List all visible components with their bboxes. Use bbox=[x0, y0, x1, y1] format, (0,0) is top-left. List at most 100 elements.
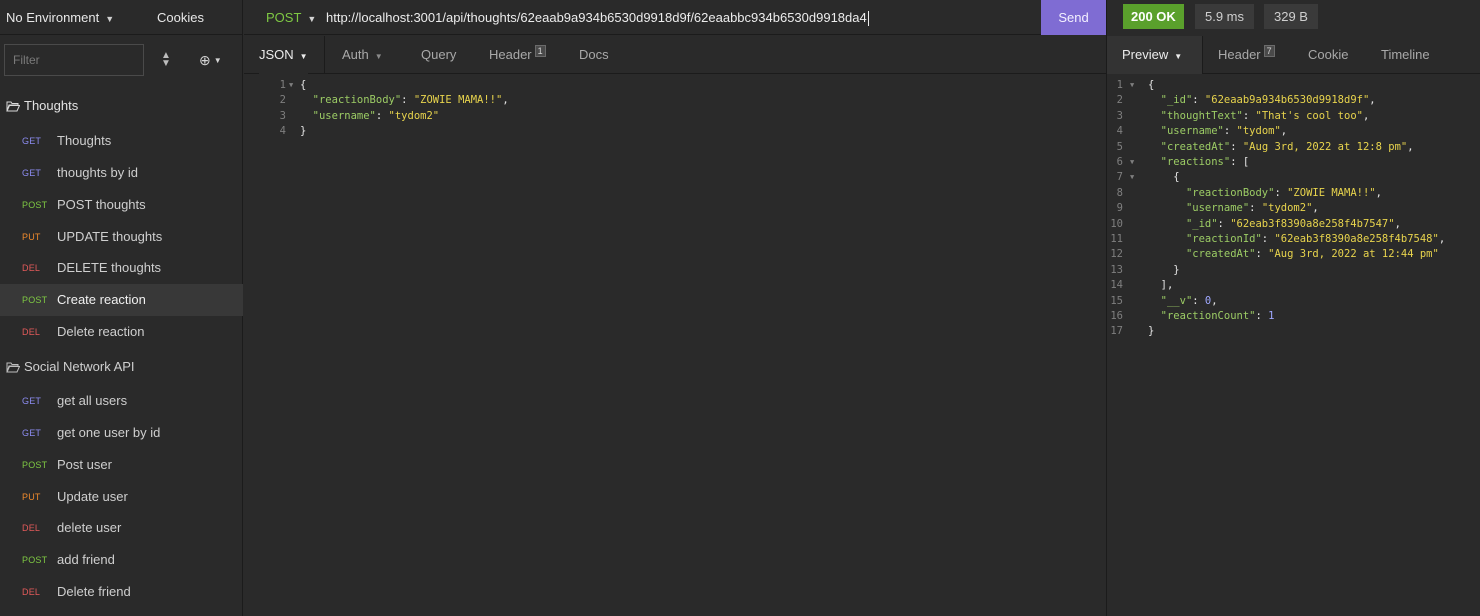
sidebar-item-get-all-users[interactable]: GET get all users bbox=[0, 385, 243, 417]
tab-docs[interactable]: Docs bbox=[579, 36, 609, 74]
plus-circle-icon: ⊕ bbox=[199, 52, 211, 68]
line-number: 9 bbox=[1116, 202, 1123, 215]
line-number: 12 bbox=[1110, 248, 1123, 261]
method-badge: DEL bbox=[22, 327, 41, 337]
code-text: "username": "tydom", bbox=[1160, 125, 1288, 138]
tab-label: Header bbox=[1218, 47, 1261, 62]
line-number: 3 bbox=[1116, 109, 1123, 122]
cookies-button[interactable]: Cookies bbox=[157, 0, 204, 35]
tab-label: Auth bbox=[342, 47, 369, 62]
fold-toggle-icon[interactable]: ▼ bbox=[1130, 170, 1134, 185]
method-badge: POST bbox=[22, 460, 48, 470]
request-name: get all users bbox=[57, 393, 128, 408]
folder-social-network-api[interactable]: Social Network API bbox=[0, 353, 243, 381]
fold-toggle-icon[interactable]: ▼ bbox=[1130, 78, 1134, 93]
method-badge: DEL bbox=[22, 263, 41, 273]
sidebar-item-thoughts-by-id[interactable]: GET thoughts by id bbox=[0, 157, 243, 189]
method-badge: DEL bbox=[22, 587, 41, 597]
code-line: 2 "_id": "62eaab9a934b6530d9918d9f", bbox=[1107, 93, 1479, 108]
request-body-editor[interactable]: 1 ▼{2 "reactionBody": "ZOWIE MAMA!!", 3 "u… bbox=[264, 78, 1104, 608]
tab-response-header[interactable]: Header 7 bbox=[1218, 36, 1275, 74]
add-item-button[interactable]: ⊕ ▼ bbox=[199, 50, 222, 70]
code-text: "username": "tydom2", bbox=[1185, 202, 1319, 215]
code-line: 3 "thoughtText": "That's cool too", bbox=[1107, 109, 1479, 124]
method-dropdown[interactable]: POST ▼ bbox=[266, 0, 316, 35]
request-name: Post user bbox=[57, 457, 112, 472]
line-number: 1 bbox=[1116, 79, 1123, 91]
tab-query[interactable]: Query bbox=[421, 36, 456, 74]
line-number: 6 bbox=[1116, 156, 1123, 168]
code-text: { bbox=[1148, 79, 1155, 91]
code-line: 1 ▼ { bbox=[264, 78, 1104, 93]
folder-open-icon bbox=[6, 101, 20, 112]
code-text: { bbox=[1173, 171, 1180, 184]
code-text: } bbox=[300, 125, 307, 138]
chevron-down-icon: ▼ bbox=[105, 14, 115, 24]
code-text: "reactionBody": "ZOWIE MAMA!!", bbox=[1185, 186, 1382, 199]
url-input[interactable]: http://localhost:3001/api/thoughts/62eaa… bbox=[326, 0, 869, 35]
code-text: { bbox=[300, 79, 307, 91]
line-number: 2 bbox=[279, 94, 286, 107]
sidebar: No Environment▼ Cookies ▲▼ ⊕▼ Thoughts G… bbox=[0, 0, 243, 616]
sidebar-item-delete-friend[interactable]: DEL Delete friend bbox=[0, 576, 243, 608]
code-line: 8 "reactionBody": "ZOWIE MAMA!!", bbox=[1107, 186, 1479, 201]
sidebar-item-delete-user[interactable]: DEL delete user bbox=[0, 512, 243, 544]
environment-dropdown[interactable]: No Environment ▼ bbox=[6, 0, 114, 35]
request-tabs: JSON ▼ Auth ▼ Query Header 1 Docs bbox=[244, 36, 1106, 74]
send-button[interactable]: Send bbox=[1041, 0, 1106, 35]
sidebar-item-get-one-user[interactable]: GET get one user by id bbox=[0, 417, 243, 449]
chevron-down-icon: ▼ bbox=[374, 52, 383, 61]
sidebar-item-delete-reaction[interactable]: DEL Delete reaction bbox=[0, 316, 243, 348]
chevron-down-icon: ▼ bbox=[213, 56, 222, 66]
sidebar-item-add-friend[interactable]: POST add friend bbox=[0, 544, 243, 576]
response-size: 329 B bbox=[1264, 4, 1318, 29]
folder-label: Thoughts bbox=[24, 98, 79, 113]
sidebar-item-delete-thoughts[interactable]: DEL DELETE thoughts bbox=[0, 252, 243, 284]
code-text: "thoughtText": "That's cool too", bbox=[1160, 109, 1370, 122]
tab-json[interactable]: JSON ▼ bbox=[259, 36, 308, 74]
fold-toggle-icon[interactable]: ▼ bbox=[289, 78, 293, 93]
method-badge: DEL bbox=[22, 523, 41, 533]
line-number: 2 bbox=[1116, 94, 1123, 107]
method-badge: GET bbox=[22, 168, 42, 178]
sidebar-item-post-user[interactable]: POST Post user bbox=[0, 449, 243, 481]
tab-label: JSON bbox=[259, 47, 294, 62]
sort-icon[interactable]: ▲ ▼ bbox=[156, 51, 176, 69]
line-number: 11 bbox=[1110, 233, 1123, 245]
tab-header[interactable]: Header 1 bbox=[489, 36, 546, 74]
folder-thoughts[interactable]: Thoughts bbox=[0, 92, 243, 120]
code-line: 4} bbox=[264, 124, 1104, 139]
filter-input[interactable] bbox=[4, 44, 144, 76]
fold-toggle-icon[interactable]: ▼ bbox=[1130, 155, 1134, 170]
line-number: 5 bbox=[1116, 140, 1123, 153]
code-line: 3 "username": "tydom2" bbox=[264, 109, 1104, 124]
line-number: 8 bbox=[1116, 186, 1123, 199]
folder-label: Social Network API bbox=[24, 359, 135, 374]
request-name: Update user bbox=[57, 489, 128, 504]
tab-timeline[interactable]: Timeline bbox=[1381, 36, 1430, 74]
tab-label: Preview bbox=[1122, 47, 1169, 62]
code-line: 9 "username": "tydom2", bbox=[1107, 201, 1479, 216]
request-name: DELETE thoughts bbox=[57, 260, 162, 275]
request-name: Delete friend bbox=[57, 584, 131, 599]
response-tabs: Preview ▼ Header 7 Cookie Timeline bbox=[1107, 36, 1480, 74]
line-number: 15 bbox=[1110, 294, 1123, 307]
sidebar-item-thoughts[interactable]: GET Thoughts bbox=[0, 125, 243, 157]
tab-preview[interactable]: Preview ▼ bbox=[1107, 36, 1202, 74]
chevron-down-icon: ▼ bbox=[307, 14, 317, 24]
code-text: "_id": "62eaab9a934b6530d9918d9f", bbox=[1160, 94, 1376, 107]
request-name: UPDATE thoughts bbox=[57, 229, 163, 244]
sidebar-item-update-thoughts[interactable]: PUT UPDATE thoughts bbox=[0, 221, 243, 253]
sidebar-item-post-thoughts[interactable]: POST POST thoughts bbox=[0, 189, 243, 221]
request-name: Create reaction bbox=[57, 292, 146, 307]
code-text: "createdAt": "Aug 3rd, 2022 at 12:8 pm", bbox=[1160, 140, 1414, 153]
chevron-down-icon: ▼ bbox=[299, 52, 308, 61]
sidebar-item-create-reaction[interactable]: POST Create reaction bbox=[0, 284, 243, 316]
tab-auth[interactable]: Auth ▼ bbox=[342, 36, 383, 74]
code-text: "username": "tydom2" bbox=[312, 109, 440, 122]
method-badge: PUT bbox=[22, 232, 41, 242]
sidebar-item-update-user[interactable]: PUT Update user bbox=[0, 481, 243, 513]
method-badge: GET bbox=[22, 396, 42, 406]
tab-divider bbox=[324, 36, 325, 74]
tab-cookie[interactable]: Cookie bbox=[1308, 36, 1348, 74]
